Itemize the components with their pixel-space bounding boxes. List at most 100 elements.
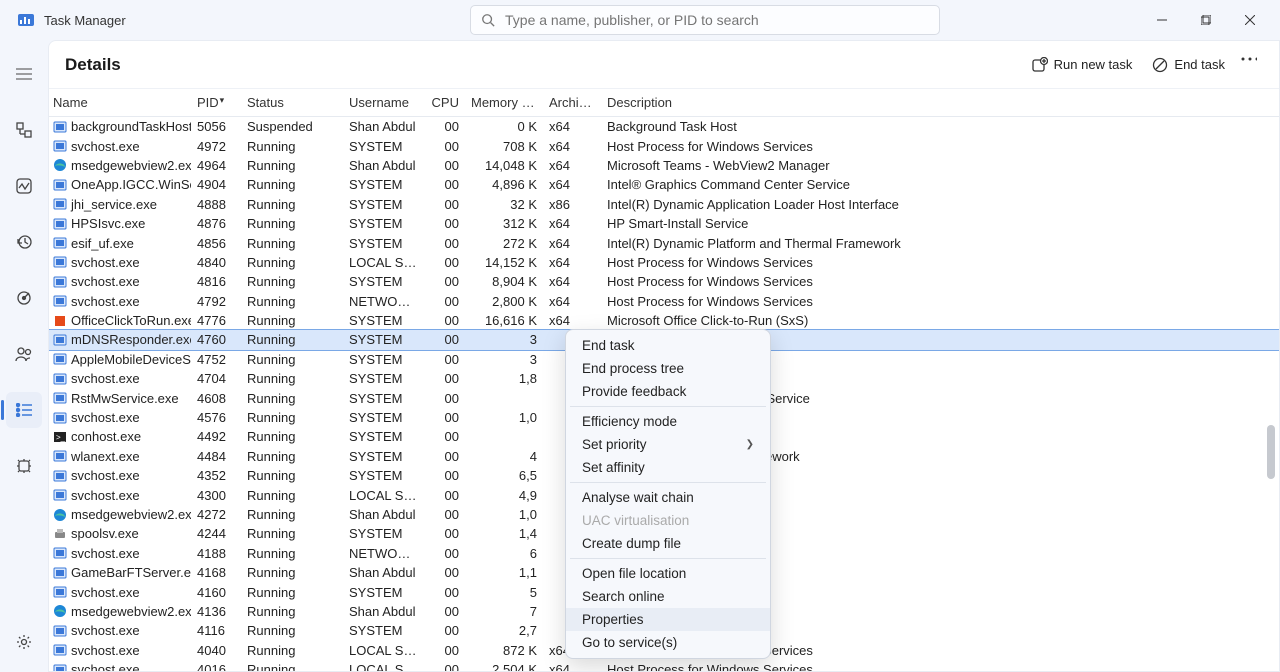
col-cpu[interactable]: CPU [425, 95, 465, 110]
process-desc: Intel(R) Dynamic Application Loader Host… [601, 197, 1279, 212]
table-row[interactable]: esif_uf.exe4856RunningSYSTEM00272 Kx64In… [49, 233, 1279, 252]
more-options-button[interactable] [1235, 53, 1263, 77]
table-header[interactable]: Name PID▾ Status Username CPU Memory (ac… [49, 89, 1279, 117]
scrollbar[interactable] [1265, 89, 1277, 671]
process-name: svchost.exe [71, 274, 140, 289]
process-user: SYSTEM [343, 449, 425, 464]
process-mem: 14,048 K [465, 158, 543, 173]
process-name: svchost.exe [71, 371, 140, 386]
table-row[interactable]: HPSIsvc.exe4876RunningSYSTEM00312 Kx64HP… [49, 214, 1279, 233]
separator [570, 482, 766, 483]
ctx-goto-service[interactable]: Go to service(s) [566, 631, 770, 654]
nav-performance-icon[interactable] [6, 168, 42, 204]
nav-processes-icon[interactable] [6, 112, 42, 148]
ctx-affinity[interactable]: Set affinity [566, 456, 770, 479]
minimize-button[interactable] [1140, 5, 1184, 35]
table-row[interactable]: svchost.exe4016RunningLOCAL SER...002,50… [49, 660, 1279, 671]
maximize-button[interactable] [1184, 5, 1228, 35]
nav-services-icon[interactable] [6, 448, 42, 484]
process-status: Running [241, 371, 343, 386]
ctx-properties[interactable]: Properties [566, 608, 770, 631]
ctx-open-location[interactable]: Open file location [566, 562, 770, 585]
process-user: LOCAL SER... [343, 488, 425, 503]
table-row[interactable]: OneApp.IGCC.WinSer...4904RunningSYSTEM00… [49, 175, 1279, 194]
ctx-end-task[interactable]: End task [566, 334, 770, 357]
process-arch: x64 [543, 177, 601, 192]
process-cpu: 00 [425, 623, 465, 638]
scroll-thumb[interactable] [1267, 425, 1275, 479]
nav-details-icon[interactable] [6, 392, 42, 428]
searchbox[interactable] [470, 5, 940, 35]
close-button[interactable] [1228, 5, 1272, 35]
process-status: Running [241, 643, 343, 658]
table-row[interactable]: svchost.exe4816RunningSYSTEM008,904 Kx64… [49, 272, 1279, 291]
table-row[interactable]: jhi_service.exe4888RunningSYSTEM0032 Kx8… [49, 195, 1279, 214]
process-icon [53, 294, 67, 308]
process-cpu: 00 [425, 352, 465, 367]
process-name: RstMwService.exe [71, 391, 179, 406]
process-cpu: 00 [425, 468, 465, 483]
nav-startup-icon[interactable] [6, 280, 42, 316]
process-pid: 4016 [191, 662, 241, 671]
col-arch[interactable]: Architec... [543, 95, 601, 110]
process-icon [53, 449, 67, 463]
ctx-end-tree[interactable]: End process tree [566, 357, 770, 380]
process-cpu: 00 [425, 526, 465, 541]
process-name: svchost.exe [71, 585, 140, 600]
process-pid: 4856 [191, 236, 241, 251]
process-user: SYSTEM [343, 274, 425, 289]
table-row[interactable]: svchost.exe4840RunningLOCAL SER...0014,1… [49, 253, 1279, 272]
hamburger-icon[interactable] [6, 56, 42, 92]
process-icon [53, 643, 67, 657]
table-row[interactable]: backgroundTaskHost....5056SuspendedShan … [49, 117, 1279, 136]
ctx-analyse[interactable]: Analyse wait chain [566, 486, 770, 509]
process-icon [53, 178, 67, 192]
process-icon [53, 352, 67, 366]
table-row[interactable]: svchost.exe4972RunningSYSTEM00708 Kx64Ho… [49, 136, 1279, 155]
process-cpu: 00 [425, 294, 465, 309]
col-desc[interactable]: Description [601, 95, 1279, 110]
ctx-efficiency[interactable]: Efficiency mode [566, 410, 770, 433]
table-row[interactable]: OfficeClickToRun.exe4776RunningSYSTEM001… [49, 311, 1279, 330]
process-pid: 4484 [191, 449, 241, 464]
col-mem[interactable]: Memory (ac... [465, 95, 543, 110]
table-row[interactable]: msedgewebview2.exe4964RunningShan Abdul0… [49, 156, 1279, 175]
process-name: wlanext.exe [71, 449, 140, 464]
page-title: Details [65, 55, 121, 75]
process-desc: Host Process for Windows Services [601, 294, 1279, 309]
process-desc: Microsoft Office Click-to-Run (SxS) [601, 313, 1279, 328]
process-desc: Background Task Host [601, 119, 1279, 134]
nav-users-icon[interactable] [6, 336, 42, 372]
process-name: HPSIsvc.exe [71, 216, 145, 231]
process-user: SYSTEM [343, 391, 425, 406]
process-pid: 4160 [191, 585, 241, 600]
col-name[interactable]: Name [49, 95, 191, 110]
col-user[interactable]: Username [343, 95, 425, 110]
process-user: SYSTEM [343, 526, 425, 541]
ctx-feedback[interactable]: Provide feedback [566, 380, 770, 403]
process-user: SYSTEM [343, 313, 425, 328]
ctx-priority[interactable]: Set priority❯ [566, 433, 770, 456]
process-cpu: 00 [425, 429, 465, 444]
end-task-button[interactable]: End task [1142, 53, 1235, 77]
process-icon: >_ [53, 430, 67, 444]
app-icon [16, 10, 36, 30]
run-new-task-button[interactable]: Run new task [1022, 53, 1143, 77]
process-arch: x64 [543, 255, 601, 270]
ctx-search-online[interactable]: Search online [566, 585, 770, 608]
process-icon [53, 469, 67, 483]
ctx-uac: UAC virtualisation [566, 509, 770, 532]
process-status: Running [241, 177, 343, 192]
search-input[interactable] [505, 12, 929, 28]
col-status[interactable]: Status [241, 95, 343, 110]
process-pid: 4964 [191, 158, 241, 173]
col-pid[interactable]: PID▾ [191, 95, 241, 110]
process-name: svchost.exe [71, 255, 140, 270]
settings-icon[interactable] [6, 624, 42, 660]
process-name: svchost.exe [71, 294, 140, 309]
table-row[interactable]: svchost.exe4792RunningNETWORK ...002,800… [49, 292, 1279, 311]
process-icon [53, 314, 67, 328]
ctx-dump[interactable]: Create dump file [566, 532, 770, 555]
nav-history-icon[interactable] [6, 224, 42, 260]
process-cpu: 00 [425, 449, 465, 464]
